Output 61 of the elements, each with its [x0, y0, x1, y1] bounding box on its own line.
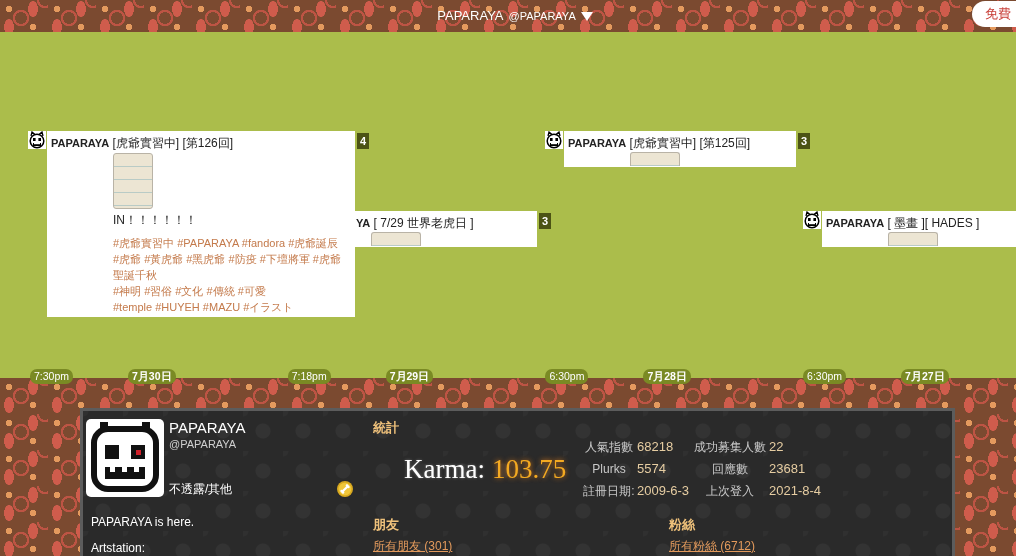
display-name[interactable]: PAPARAYA: [437, 6, 504, 26]
stat-label: 成功募集人數: [694, 439, 766, 456]
stat-value: 2021-8-4: [769, 482, 822, 501]
fans-link[interactable]: 所有粉絲 (6712): [669, 539, 756, 553]
profile-handle: @PAPARAYA: [169, 437, 238, 451]
smiley-avatar-icon[interactable]: [803, 211, 821, 229]
date-label: 7月27日: [901, 369, 949, 384]
plurk-header-text: YA [ 7/29 世界老虎日 ]: [355, 215, 475, 231]
smiley-avatar-icon[interactable]: [28, 131, 46, 149]
image-thumbnail[interactable]: [888, 232, 938, 246]
image-thumbnail[interactable]: [113, 153, 153, 209]
section-heading: 粉絲: [669, 516, 695, 533]
stat-value: 5574: [637, 460, 666, 479]
profile-name: PAPARAYA: [169, 419, 247, 437]
plurk-card[interactable]: PAPARAYA [虎爺實習中] [第126回] IN！！！！！！ #虎爺實習中 #PAPARAYA #fandora #虎爺誕辰 #虎爺 #黃虎爺 #黑虎爺 #防疫 #下壇將軍 #虎爺 聖誕千秋 #神明 #習俗 #文化 #傳統 #可愛 #temple #HUYEH #MAZU #イラスト: [47, 131, 355, 317]
response-count-badge: 3: [539, 213, 551, 229]
stat-label: 上次登入: [706, 483, 754, 500]
karma-value: 103.75: [491, 452, 567, 486]
time-label: 7:18pm: [287, 369, 331, 384]
plurk-header-text: PAPARAYA [虎爺實習中] [第126回]: [50, 135, 235, 151]
hashtags-line[interactable]: #神明 #習俗 #文化 #傳統 #可愛: [113, 283, 266, 299]
stat-label: 註冊日期:: [583, 483, 635, 500]
date-label: 7月29日: [385, 369, 434, 384]
hashtags-line[interactable]: 聖誕千秋: [113, 267, 157, 283]
stat-label: Plurks: [592, 461, 626, 478]
user-handle: @PAPARAYA: [508, 8, 576, 24]
stat-value: 2009-6-3: [637, 482, 690, 501]
response-count-badge: 3: [798, 133, 810, 149]
date-label: 7月30日: [128, 369, 176, 384]
stat-value: 23681: [769, 460, 806, 479]
plurk-header-text: PAPARAYA [ 墨畫 ][ HADES ]: [825, 215, 981, 231]
gender-text: 不透露/其他: [169, 482, 233, 496]
hashtags-line[interactable]: #虎爺實習中 #PAPARAYA #fandora #虎爺誕辰: [113, 235, 339, 251]
about-text: Artstation:: [91, 541, 146, 555]
image-thumbnail[interactable]: [630, 152, 680, 166]
stat-value: 22: [769, 438, 784, 457]
hashtags-line[interactable]: #虎爺 #黃虎爺 #黑虎爺 #防疫 #下壇將軍 #虎爺: [113, 251, 341, 267]
response-count-badge: 4: [357, 133, 369, 149]
time-label: 6:30pm: [545, 369, 589, 384]
plurk-card[interactable]: YA [ 7/29 世界老虎日 ]: [355, 211, 537, 247]
section-heading: 統計: [373, 419, 399, 436]
plurk-card[interactable]: PAPARAYA [虎爺實習中] [第125回]: [564, 131, 796, 167]
time-label: 7:30pm: [30, 369, 74, 384]
hashtags-line[interactable]: #temple #HUYEH #MAZU #イラスト: [113, 299, 294, 315]
friends-link[interactable]: 所有朋友 (301): [373, 539, 453, 553]
plurk-text: IN！！！！！！: [113, 213, 197, 227]
karma-label: Karma:: [404, 452, 485, 486]
signup-button[interactable]: 免費: [972, 1, 1016, 27]
stat-label: 回應數: [712, 461, 748, 478]
image-thumbnail[interactable]: [371, 232, 421, 246]
stat-label: 人氣指數: [585, 439, 633, 456]
about-text: PAPARAYA is here.: [91, 515, 195, 529]
plurk-header-text: PAPARAYA [虎爺實習中] [第125回]: [567, 135, 752, 151]
stat-value: 68218: [637, 438, 674, 457]
section-heading: 朋友: [373, 516, 399, 533]
date-label: 7月28日: [643, 369, 691, 384]
time-label: 6:30pm: [803, 369, 847, 384]
caret-down-icon[interactable]: [580, 11, 593, 21]
smiley-avatar-icon[interactable]: [545, 131, 563, 149]
medal-icon: [337, 481, 353, 497]
plurk-card[interactable]: PAPARAYA [ 墨畫 ][ HADES ]: [822, 211, 1016, 247]
